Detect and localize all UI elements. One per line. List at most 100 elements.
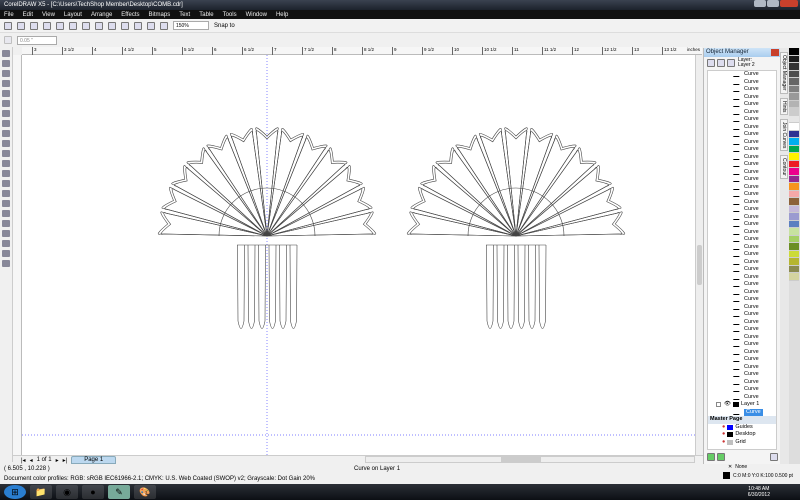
color-swatch[interactable]: [789, 93, 799, 101]
menu-bitmaps[interactable]: Bitmaps: [149, 12, 171, 18]
menu-arrange[interactable]: Arrange: [91, 12, 112, 18]
tree-master-layer[interactable]: ● Guides: [708, 424, 776, 432]
delete-icon[interactable]: [770, 453, 778, 461]
tree-item-curve[interactable]: Curve: [708, 379, 776, 387]
color-swatch[interactable]: [789, 258, 799, 266]
launcher-icon[interactable]: [147, 21, 155, 30]
print-icon[interactable]: ●: [722, 424, 725, 432]
new-icon[interactable]: [4, 21, 12, 30]
export-icon[interactable]: [134, 21, 142, 30]
tree-item-curve[interactable]: Curve: [708, 274, 776, 282]
edit-across-layers-icon[interactable]: [717, 59, 725, 67]
drawing-canvas[interactable]: [22, 55, 695, 455]
color-swatch[interactable]: [789, 70, 799, 78]
docker-tab[interactable]: Join Curves: [780, 118, 788, 152]
tree-item-curve[interactable]: Curve: [708, 176, 776, 184]
color-swatch[interactable]: [789, 273, 799, 281]
tree-item-curve-selected[interactable]: Curve: [708, 408, 776, 416]
menu-text[interactable]: Text: [179, 12, 190, 18]
close-button[interactable]: [780, 0, 798, 7]
tree-item-curve[interactable]: Curve: [708, 131, 776, 139]
docker-tab[interactable]: Contour: [780, 155, 788, 180]
welcome-icon[interactable]: [160, 21, 168, 30]
tool-icon[interactable]: [2, 100, 10, 107]
next-page-button[interactable]: ▸: [56, 457, 59, 464]
show-properties-icon[interactable]: [707, 59, 715, 67]
color-swatch[interactable]: [789, 160, 799, 168]
comb-drawing-right[interactable]: [406, 127, 626, 329]
tree-item-curve[interactable]: Curve: [708, 124, 776, 132]
color-swatch[interactable]: [789, 235, 799, 243]
color-swatch[interactable]: [789, 175, 799, 183]
tree-item-curve[interactable]: Curve: [708, 364, 776, 372]
menu-help[interactable]: Help: [276, 12, 288, 18]
color-swatch[interactable]: [789, 243, 799, 251]
tree-item-curve[interactable]: Curve: [708, 154, 776, 162]
color-swatch[interactable]: [789, 220, 799, 228]
color-swatch[interactable]: [789, 130, 799, 138]
tree-item-curve[interactable]: Curve: [708, 394, 776, 402]
menu-edit[interactable]: Edit: [23, 12, 33, 18]
start-button[interactable]: ⊞: [4, 485, 26, 499]
menu-table[interactable]: Table: [199, 12, 213, 18]
tool-icon[interactable]: [2, 240, 10, 247]
color-swatch[interactable]: [789, 190, 799, 198]
menu-layout[interactable]: Layout: [64, 12, 82, 18]
menu-view[interactable]: View: [42, 12, 55, 18]
copy-icon[interactable]: [69, 21, 77, 30]
color-swatch[interactable]: [789, 85, 799, 93]
color-swatch[interactable]: [789, 115, 799, 123]
tool-icon[interactable]: [2, 110, 10, 117]
layer-manager-view-icon[interactable]: [727, 59, 735, 67]
tree-item-curve[interactable]: Curve: [708, 356, 776, 364]
tool-icon[interactable]: [2, 260, 10, 267]
prev-page-button[interactable]: ◂: [30, 457, 33, 464]
tree-item-curve[interactable]: Curve: [708, 214, 776, 222]
maximize-button[interactable]: [767, 0, 779, 7]
tool-icon[interactable]: [2, 60, 10, 67]
docker-tab[interactable]: Object Manager: [780, 52, 788, 94]
coreldraw-icon[interactable]: ✎: [108, 485, 130, 499]
docker-close-button[interactable]: [771, 49, 779, 56]
tree-item-curve[interactable]: Curve: [708, 94, 776, 102]
tree-item-curve[interactable]: Curve: [708, 229, 776, 237]
vertical-ruler[interactable]: [13, 55, 22, 455]
tool-icon[interactable]: [2, 180, 10, 187]
menu-file[interactable]: File: [4, 12, 14, 18]
tree-item-curve[interactable]: Curve: [708, 266, 776, 274]
tool-icon[interactable]: [2, 210, 10, 217]
horizontal-ruler[interactable]: 3 3 1/2 4 4 1/2 5 5 1/2 6 6 1/2 7 7 1/2 8 8 1/2 9 9 1…: [22, 47, 702, 55]
tree-item-curve[interactable]: Curve: [708, 191, 776, 199]
tree-item-curve[interactable]: Curve: [708, 334, 776, 342]
tool-icon[interactable]: [2, 250, 10, 257]
tool-icon[interactable]: [2, 50, 10, 57]
eye-icon[interactable]: 👁: [724, 401, 731, 409]
tree-item-curve[interactable]: Curve: [708, 101, 776, 109]
color-swatch[interactable]: [789, 145, 799, 153]
tree-item-curve[interactable]: Curve: [708, 109, 776, 117]
color-swatch[interactable]: [789, 123, 799, 131]
tool-icon[interactable]: [2, 220, 10, 227]
color-swatch[interactable]: [789, 63, 799, 71]
import-icon[interactable]: [121, 21, 129, 30]
tree-item-curve[interactable]: Curve: [708, 311, 776, 319]
zoom-level-select[interactable]: 150%: [173, 21, 209, 30]
redo-icon[interactable]: [108, 21, 116, 30]
tool-icon[interactable]: [2, 170, 10, 177]
nudge-input[interactable]: 0.05 ": [17, 35, 57, 45]
color-swatch[interactable]: [789, 213, 799, 221]
tree-item-curve[interactable]: Curve: [708, 259, 776, 267]
fill-value[interactable]: None: [735, 464, 747, 470]
color-swatch[interactable]: [789, 153, 799, 161]
tree-master-layer[interactable]: ● Grid: [708, 439, 776, 447]
tree-item-curve[interactable]: Curve: [708, 244, 776, 252]
firefox-icon[interactable]: ●: [82, 485, 104, 499]
page-tab[interactable]: Page 1: [71, 456, 117, 464]
chrome-icon[interactable]: ◉: [56, 485, 78, 499]
new-layer-icon[interactable]: [707, 453, 715, 461]
tree-item-curve[interactable]: Curve: [708, 236, 776, 244]
save-icon[interactable]: [30, 21, 38, 30]
tree-item-curve[interactable]: Curve: [708, 116, 776, 124]
tool-icon[interactable]: [2, 140, 10, 147]
tree-item-curve[interactable]: Curve: [708, 169, 776, 177]
